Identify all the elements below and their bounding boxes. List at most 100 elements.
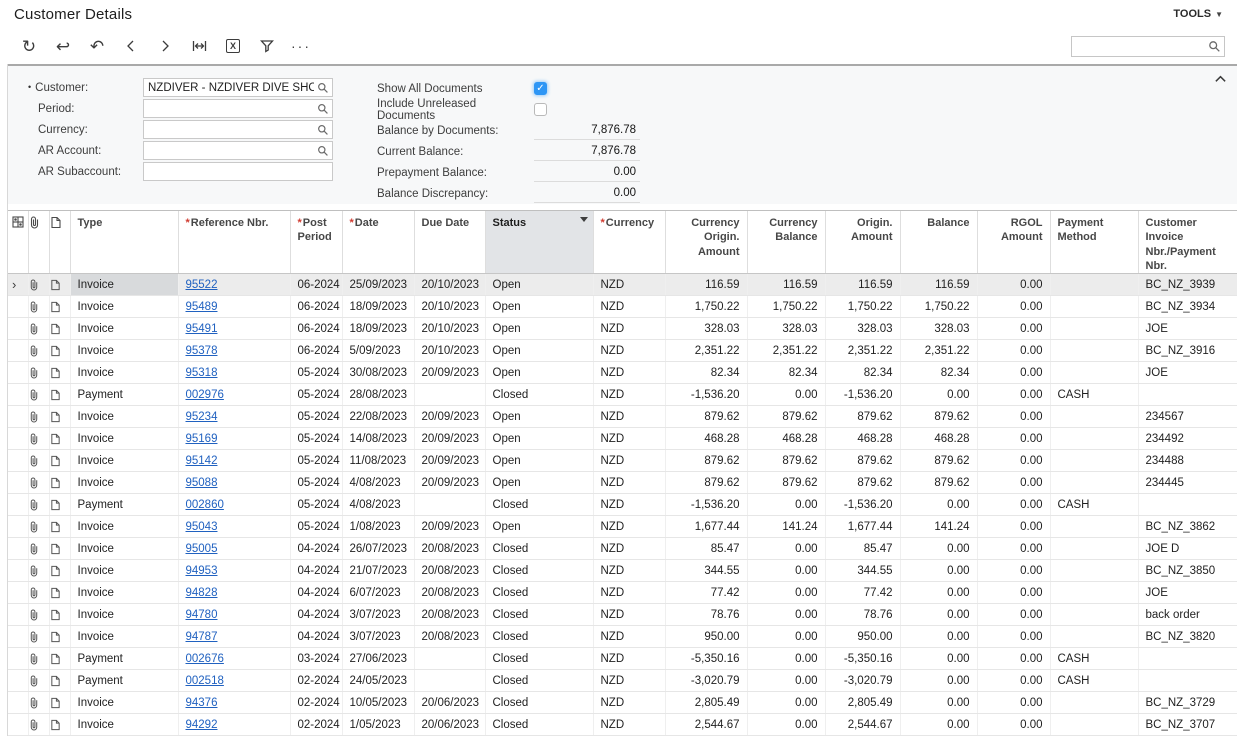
cell-balance[interactable]: 0.00 <box>900 626 977 648</box>
notes-column-header[interactable] <box>49 211 70 274</box>
cell-currency-balance[interactable]: 0.00 <box>747 494 825 516</box>
cell-reference-nbr[interactable]: 95522 <box>178 274 290 296</box>
cell-currency-origin-amount[interactable]: 879.62 <box>665 472 747 494</box>
column-header-customer-invoice-nbr[interactable]: Customer Invoice Nbr./Payment Nbr. <box>1138 211 1237 274</box>
undo-button[interactable]: ↶ <box>80 33 114 59</box>
cell-currency-balance[interactable]: 468.28 <box>747 428 825 450</box>
column-header-currency-origin-amount[interactable]: Currency Origin. Amount <box>665 211 747 274</box>
reference-nbr-link[interactable]: 94953 <box>186 565 218 577</box>
cell-currency-origin-amount[interactable]: 1,677.44 <box>665 516 747 538</box>
cell-date[interactable]: 30/08/2023 <box>342 362 414 384</box>
cell-post-period[interactable]: 05-2024 <box>290 362 342 384</box>
reference-nbr-link[interactable]: 95142 <box>186 455 218 467</box>
cell-post-period[interactable]: 03-2024 <box>290 648 342 670</box>
row-notes-cell[interactable] <box>49 362 70 384</box>
cell-payment-method[interactable]: CASH <box>1050 648 1138 670</box>
cell-reference-nbr[interactable]: 002976 <box>178 384 290 406</box>
cell-currency-origin-amount[interactable]: -3,020.79 <box>665 670 747 692</box>
cell-currency-origin-amount[interactable]: 82.34 <box>665 362 747 384</box>
cell-currency-balance[interactable]: 0.00 <box>747 538 825 560</box>
cell-balance[interactable]: 879.62 <box>900 406 977 428</box>
cell-payment-method[interactable] <box>1050 538 1138 560</box>
cell-due-date[interactable]: 20/10/2023 <box>414 274 485 296</box>
cell-rgol-amount[interactable]: 0.00 <box>977 714 1050 736</box>
cell-date[interactable]: 3/07/2023 <box>342 626 414 648</box>
cell-balance[interactable]: 116.59 <box>900 274 977 296</box>
cell-currency-origin-amount[interactable]: 879.62 <box>665 406 747 428</box>
cell-status[interactable]: Closed <box>485 604 593 626</box>
cell-due-date[interactable]: 20/06/2023 <box>414 714 485 736</box>
cell-status[interactable]: Closed <box>485 626 593 648</box>
more-options-button[interactable]: ··· <box>284 33 318 59</box>
row-indicator-cell[interactable] <box>8 604 28 626</box>
cell-currency-origin-amount[interactable]: 78.76 <box>665 604 747 626</box>
row-indicator-cell[interactable] <box>8 406 28 428</box>
cell-rgol-amount[interactable]: 0.00 <box>977 494 1050 516</box>
reference-nbr-link[interactable]: 95005 <box>186 543 218 555</box>
cell-balance[interactable]: 328.03 <box>900 318 977 340</box>
row-indicator-cell[interactable] <box>8 538 28 560</box>
cell-customer-invoice-nbr[interactable]: back order <box>1138 604 1237 626</box>
cell-type[interactable]: Invoice <box>70 274 178 296</box>
cell-customer-invoice-nbr[interactable]: BC_NZ_3916 <box>1138 340 1237 362</box>
cell-status[interactable]: Closed <box>485 538 593 560</box>
row-attachments-cell[interactable] <box>28 604 49 626</box>
row-attachments-cell[interactable] <box>28 450 49 472</box>
row-notes-cell[interactable] <box>49 494 70 516</box>
cell-customer-invoice-nbr[interactable]: JOE D <box>1138 538 1237 560</box>
cell-status[interactable]: Open <box>485 362 593 384</box>
cell-payment-method[interactable] <box>1050 406 1138 428</box>
row-indicator-cell[interactable] <box>8 648 28 670</box>
next-record-button[interactable] <box>148 33 182 59</box>
row-indicator-cell[interactable] <box>8 274 28 296</box>
cell-currency-origin-amount[interactable]: 879.62 <box>665 450 747 472</box>
cell-currency[interactable]: NZD <box>593 538 665 560</box>
cell-customer-invoice-nbr[interactable]: BC_NZ_3820 <box>1138 626 1237 648</box>
cell-currency[interactable]: NZD <box>593 692 665 714</box>
cell-post-period[interactable]: 04-2024 <box>290 582 342 604</box>
row-indicator-cell[interactable] <box>8 582 28 604</box>
cell-balance[interactable]: 0.00 <box>900 648 977 670</box>
cell-date[interactable]: 18/09/2023 <box>342 296 414 318</box>
cell-customer-invoice-nbr[interactable]: 234492 <box>1138 428 1237 450</box>
cell-currency-origin-amount[interactable]: 116.59 <box>665 274 747 296</box>
cell-balance[interactable]: 82.34 <box>900 362 977 384</box>
cell-status[interactable]: Open <box>485 318 593 340</box>
cell-reference-nbr[interactable]: 002676 <box>178 648 290 670</box>
cell-currency[interactable]: NZD <box>593 582 665 604</box>
cell-origin-amount[interactable]: 879.62 <box>825 450 900 472</box>
cell-status[interactable]: Closed <box>485 714 593 736</box>
column-header-currency[interactable]: Currency <box>593 211 665 274</box>
cell-due-date[interactable]: 20/10/2023 <box>414 340 485 362</box>
row-notes-cell[interactable] <box>49 648 70 670</box>
show-all-documents-checkbox[interactable] <box>534 82 547 95</box>
cell-reference-nbr[interactable]: 95088 <box>178 472 290 494</box>
cell-date[interactable]: 28/08/2023 <box>342 384 414 406</box>
cell-currency-origin-amount[interactable]: 2,544.67 <box>665 714 747 736</box>
cell-currency-balance[interactable]: 82.34 <box>747 362 825 384</box>
reference-nbr-link[interactable]: 95088 <box>186 477 218 489</box>
search-input[interactable] <box>1071 36 1225 57</box>
cell-origin-amount[interactable]: 2,544.67 <box>825 714 900 736</box>
cell-payment-method[interactable] <box>1050 714 1138 736</box>
column-header-due-date[interactable]: Due Date <box>414 211 485 274</box>
row-attachments-cell[interactable] <box>28 494 49 516</box>
row-notes-cell[interactable] <box>49 692 70 714</box>
reference-nbr-link[interactable]: 94780 <box>186 609 218 621</box>
currency-lookup-icon[interactable] <box>317 124 329 136</box>
cell-status[interactable]: Closed <box>485 560 593 582</box>
row-indicator-cell[interactable] <box>8 692 28 714</box>
cell-customer-invoice-nbr[interactable] <box>1138 384 1237 406</box>
cell-type[interactable]: Payment <box>70 494 178 516</box>
reference-nbr-link[interactable]: 002676 <box>186 653 224 665</box>
cell-currency-balance[interactable]: 1,750.22 <box>747 296 825 318</box>
reference-nbr-link[interactable]: 002860 <box>186 499 224 511</box>
cell-status[interactable]: Closed <box>485 582 593 604</box>
cell-origin-amount[interactable]: 879.62 <box>825 406 900 428</box>
cell-payment-method[interactable] <box>1050 604 1138 626</box>
row-notes-cell[interactable] <box>49 450 70 472</box>
refresh-button[interactable]: ↻ <box>12 33 46 59</box>
cell-due-date[interactable]: 20/08/2023 <box>414 582 485 604</box>
row-indicator-cell[interactable] <box>8 428 28 450</box>
row-attachments-cell[interactable] <box>28 648 49 670</box>
